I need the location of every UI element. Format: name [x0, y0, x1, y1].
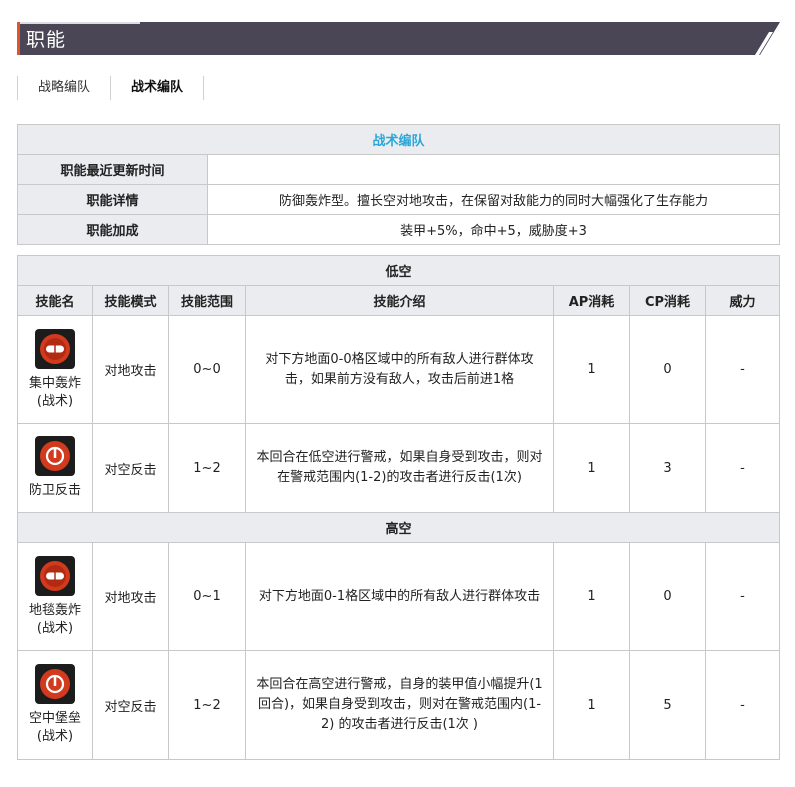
column-header: 威力: [705, 285, 780, 316]
skill-cp-cost: 3: [629, 423, 706, 513]
section-title-high-altitude: 高空: [17, 512, 780, 543]
skill-power: -: [705, 542, 780, 651]
skill-description: 对下方地面0-0格区域中的所有敌人进行群体攻击，如果前方没有敌人，攻击后前进1格: [245, 315, 554, 424]
skill-range: 1~2: [168, 650, 246, 760]
row-value: 装甲+5%，命中+5，威胁度+3: [207, 214, 780, 245]
skill-mode: 对地攻击: [92, 315, 169, 424]
skill-ap-cost: 1: [553, 650, 630, 760]
skill-description: 本回合在高空进行警戒，自身的装甲值小幅提升(1回合)，如果自身受到攻击，则对在警…: [245, 650, 554, 760]
skill-name: 集中轰炸(战术): [28, 375, 81, 409]
table-row: 职能最近更新时间: [17, 154, 780, 185]
skill-range: 0~0: [168, 315, 246, 424]
counter-icon: [35, 664, 75, 704]
table-row: 职能加成 装甲+5%，命中+5，威胁度+3: [17, 214, 780, 245]
skill-mode: 对空反击: [92, 650, 169, 760]
skill-cell: 地毯轰炸(战术): [17, 542, 93, 651]
bomb-icon: [35, 555, 75, 596]
tab-tactical[interactable]: 战术编队: [110, 76, 205, 100]
table-row: 集中轰炸(战术) 对地攻击 0~0 对下方地面0-0格区域中的所有敌人进行群体攻…: [17, 315, 780, 424]
table-row: 空中堡垒(战术) 对空反击 1~2 本回合在高空进行警戒，自身的装甲值小幅提升(…: [17, 650, 780, 760]
skill-cell: 防卫反击: [17, 423, 93, 513]
skill-description: 对下方地面0-1格区域中的所有敌人进行群体攻击: [245, 542, 554, 651]
row-label: 职能加成: [17, 214, 208, 245]
skills-table: 低空 技能名 技能模式 技能范围 技能介绍 AP消耗 CP消耗 威力 集中轰炸(…: [17, 255, 780, 760]
column-header: 技能介绍: [245, 285, 554, 316]
skill-ap-cost: 1: [553, 315, 630, 424]
skill-ap-cost: 1: [553, 542, 630, 651]
row-label: 职能详情: [17, 184, 208, 215]
skill-power: -: [705, 650, 780, 760]
counter-icon: [35, 436, 75, 476]
column-header: AP消耗: [553, 285, 630, 316]
section-banner: 职能: [17, 22, 780, 55]
skill-range: 1~2: [168, 423, 246, 513]
row-value: 防御轰炸型。擅长空对地攻击，在保留对敌能力的同时大幅强化了生存能力: [207, 184, 780, 215]
tab-strategic[interactable]: 战略编队: [17, 76, 110, 100]
page-title: 职能: [26, 29, 67, 51]
role-info-table: 战术编队 职能最近更新时间 职能详情 防御轰炸型。擅长空对地攻击，在保留对敌能力…: [17, 124, 780, 245]
info-table-title: 战术编队: [17, 124, 780, 155]
skill-name: 空中堡垒(战术): [28, 711, 81, 744]
skill-cell: 空中堡垒(战术): [17, 650, 93, 760]
skill-cp-cost: 0: [629, 542, 706, 651]
table-row: 防卫反击 对空反击 1~2 本回合在低空进行警戒，如果自身受到攻击，则对在警戒范…: [17, 423, 780, 513]
skill-mode: 对空反击: [92, 423, 169, 513]
column-header: 技能名: [17, 285, 93, 316]
column-header: CP消耗: [629, 285, 706, 316]
bomb-icon: [35, 328, 75, 369]
section-title-low-altitude: 低空: [17, 255, 780, 286]
table-row: 职能详情 防御轰炸型。擅长空对地攻击，在保留对敌能力的同时大幅强化了生存能力: [17, 184, 780, 215]
banner-background: [17, 22, 780, 55]
row-value: [207, 154, 780, 185]
column-header: 技能模式: [92, 285, 169, 316]
skill-cp-cost: 5: [629, 650, 706, 760]
skill-mode: 对地攻击: [92, 542, 169, 651]
table-row: 地毯轰炸(战术) 对地攻击 0~1 对下方地面0-1格区域中的所有敌人进行群体攻…: [17, 542, 780, 651]
skill-power: -: [705, 423, 780, 513]
skill-ap-cost: 1: [553, 423, 630, 513]
formation-tabs: 战略编队 战术编队: [17, 76, 205, 100]
skill-cp-cost: 0: [629, 315, 706, 424]
row-label: 职能最近更新时间: [17, 154, 208, 185]
skill-cell: 集中轰炸(战术): [17, 315, 93, 424]
skill-description: 本回合在低空进行警戒，如果自身受到攻击，则对在警戒范围内(1-2)的攻击者进行反…: [245, 423, 554, 513]
column-header: 技能范围: [168, 285, 246, 316]
skill-name: 地毯轰炸(战术): [28, 602, 81, 636]
skill-power: -: [705, 315, 780, 424]
skill-name: 防卫反击: [28, 483, 81, 498]
skill-range: 0~1: [168, 542, 246, 651]
